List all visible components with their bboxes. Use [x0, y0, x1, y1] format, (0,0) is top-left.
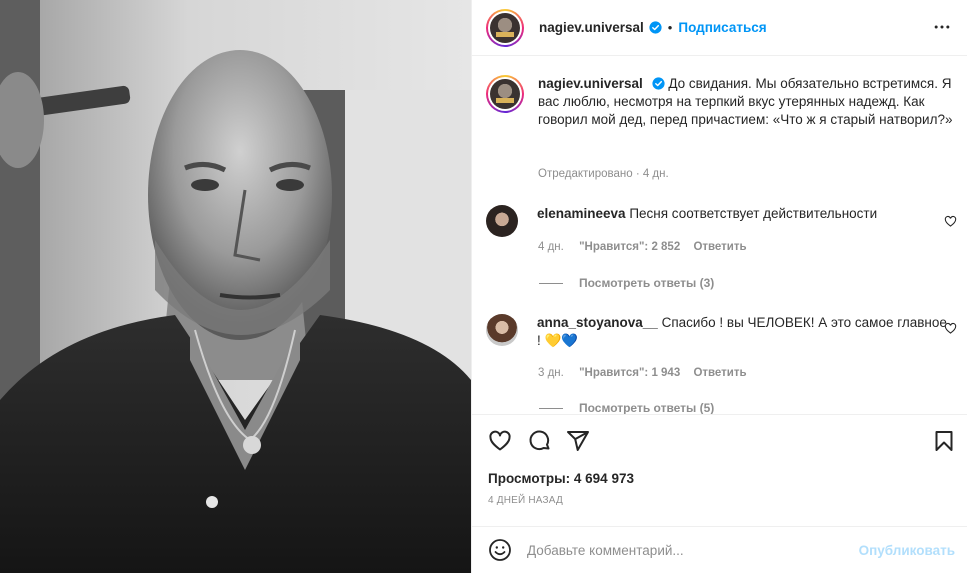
post-photo[interactable]: [0, 0, 471, 573]
comment-item: anna_stoyanova__ Спасибо ! вы ЧЕЛОВЕК! А…: [486, 314, 952, 350]
replies-divider: [539, 407, 563, 409]
comment-text-block: anna_stoyanova__ Спасибо ! вы ЧЕЛОВЕК! А…: [537, 314, 952, 350]
comment-text-block: elenamineeva Песня соответствует действи…: [537, 205, 952, 237]
post-header: nagiev.universal • Подписаться: [472, 0, 967, 56]
bookmark-icon[interactable]: [932, 429, 956, 453]
caption-entry: nagiev.universal До свидания. Мы обязате…: [486, 75, 958, 129]
commenter-avatar[interactable]: [486, 205, 518, 237]
view-replies-button[interactable]: Посмотреть ответы (3): [539, 276, 714, 290]
author-username[interactable]: nagiev.universal: [539, 20, 644, 35]
comment-item: elenamineeva Песня соответствует действи…: [486, 205, 952, 237]
comment-icon[interactable]: [528, 429, 552, 453]
caption-text-block: nagiev.universal До свидания. Мы обязате…: [538, 75, 958, 129]
caption-username[interactable]: nagiev.universal: [538, 76, 643, 91]
like-comment-icon[interactable]: [944, 322, 957, 335]
reply-button[interactable]: Ответить: [693, 241, 746, 253]
share-icon[interactable]: [566, 429, 590, 453]
comment-input[interactable]: [527, 542, 847, 558]
publish-button[interactable]: Опубликовать: [859, 543, 955, 558]
views-label: Просмотры:: [488, 471, 571, 486]
heart-icon[interactable]: [488, 429, 512, 453]
comment-age: 4 дн.: [538, 241, 564, 253]
reply-button[interactable]: Ответить: [693, 367, 746, 379]
comment-likes[interactable]: "Нравится": 2 852: [579, 241, 680, 253]
more-options-icon[interactable]: [932, 17, 952, 37]
caption-edited-label: Отредактировано · 4 дн.: [538, 168, 669, 180]
comment-meta: 3 дн. "Нравится": 1 943 Ответить: [538, 367, 747, 379]
comment-likes[interactable]: "Нравится": 1 943: [579, 367, 680, 379]
author-avatar-image: [490, 12, 520, 43]
post-timestamp[interactable]: 4 ДНЕЙ НАЗАД: [488, 495, 563, 506]
comment-composer: Опубликовать: [472, 526, 967, 573]
caption-avatar[interactable]: [486, 75, 524, 113]
view-replies-label: Посмотреть ответы (5): [579, 401, 715, 414]
verified-badge-icon: [651, 77, 665, 90]
comment-username[interactable]: anna_stoyanova__: [537, 315, 658, 330]
header-separator: •: [667, 20, 673, 35]
comment-text: Песня соответствует действительности: [629, 206, 878, 221]
comment-meta: 4 дн. "Нравится": 2 852 Ответить: [538, 241, 747, 253]
emoji-icon[interactable]: [488, 538, 512, 562]
like-comment-icon[interactable]: [944, 215, 957, 228]
views-count: Просмотры: 4 694 973: [488, 471, 634, 486]
post-actions: Просмотры: 4 694 973 4 ДНЕЙ НАЗАД: [472, 414, 967, 526]
view-replies-label: Посмотреть ответы (3): [579, 276, 715, 290]
caption-avatar-image: [490, 79, 520, 109]
verified-badge-icon: [649, 21, 662, 34]
view-replies-button[interactable]: Посмотреть ответы (5): [539, 401, 714, 414]
instagram-post-modal: nagiev.universal • Подписаться nagiev.un…: [0, 0, 967, 573]
views-value: 4 694 973: [573, 471, 634, 486]
post-photo-illustration: [0, 0, 471, 573]
author-avatar[interactable]: [486, 8, 524, 47]
replies-divider: [539, 282, 563, 284]
post-side-panel: nagiev.universal • Подписаться nagiev.un…: [471, 0, 967, 573]
comment-age: 3 дн.: [538, 367, 564, 379]
comments-scroll-area[interactable]: nagiev.universal До свидания. Мы обязате…: [472, 57, 967, 414]
commenter-avatar[interactable]: [486, 314, 518, 346]
follow-button[interactable]: Подписаться: [678, 20, 766, 35]
comment-username[interactable]: elenamineeva: [537, 206, 626, 221]
